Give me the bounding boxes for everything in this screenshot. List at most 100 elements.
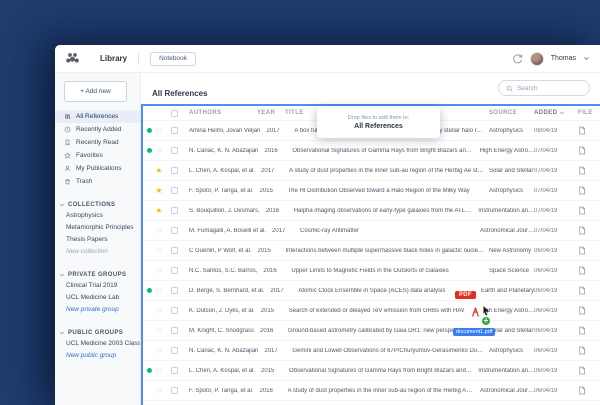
sidebar-item-all-references[interactable]: All References xyxy=(55,110,140,123)
row-checkbox[interactable] xyxy=(171,287,178,294)
year-cell: 2017 xyxy=(266,127,280,134)
file-attachment-icon[interactable] xyxy=(578,346,586,355)
file-attachment-icon[interactable] xyxy=(578,286,586,295)
row-checkbox[interactable] xyxy=(171,127,178,134)
row-checkbox[interactable] xyxy=(171,347,178,354)
column-header-source[interactable]: SOURCE xyxy=(484,110,534,116)
column-header-title[interactable]: TITLE xyxy=(281,110,484,116)
title-cell: Interactions between multiple supermassi… xyxy=(285,247,484,254)
column-header-year[interactable]: YEAR xyxy=(251,110,281,116)
sidebar-item[interactable]: Metamorphic Principles xyxy=(55,222,140,234)
file-attachment-icon[interactable] xyxy=(578,266,586,275)
file-attachment-icon[interactable] xyxy=(578,206,586,215)
favorite-star-icon[interactable]: ☆ xyxy=(152,146,166,155)
file-attachment-icon[interactable] xyxy=(578,366,586,375)
row-checkbox[interactable] xyxy=(171,147,178,154)
row-checkbox[interactable] xyxy=(171,207,178,214)
table-header-row: AUTHORS YEAR TITLE SOURCE ADDED FILE xyxy=(143,106,600,121)
table-row[interactable]: ☆ L. Chen, A. Kospal, et al. 2015 Observ… xyxy=(143,361,600,381)
sidebar-item-my-publications[interactable]: My Publications xyxy=(55,162,140,175)
table-row[interactable]: ★ S. Bouquillon, J. Desmars, 2016 Halpha… xyxy=(143,201,600,221)
column-header-added[interactable]: ADDED xyxy=(534,110,574,116)
table-row[interactable]: ☆ F. Spoto, P. Tanga, et al. 2016 A stud… xyxy=(143,381,600,401)
tab-library[interactable]: Library xyxy=(100,54,127,63)
favorite-star-icon[interactable]: ★ xyxy=(152,206,166,215)
sidebar-item[interactable]: Clinical Trial 2019 xyxy=(55,280,140,292)
file-attachment-icon[interactable] xyxy=(578,386,586,395)
user-menu[interactable]: Thomas xyxy=(551,55,576,62)
table-row[interactable]: ☆ N.C. Santos, S.C. Barros, 2016 Upper L… xyxy=(143,261,600,281)
sync-icon[interactable] xyxy=(512,53,523,64)
top-bar: Library Notebook Thomas xyxy=(55,45,600,73)
file-attachment-icon[interactable] xyxy=(578,186,586,195)
sidebar-section-header[interactable]: COLLECTIONS xyxy=(55,199,140,210)
sidebar-section-header[interactable]: PUBLIC GROUPS xyxy=(55,327,140,338)
sidebar-item-favorites[interactable]: Favorites xyxy=(55,149,140,162)
favorite-star-icon[interactable]: ☆ xyxy=(152,286,166,295)
file-attachment-icon[interactable] xyxy=(578,146,586,155)
table-row[interactable]: ☆ K. Dutson, J. Dyks, et al. 2015 Search… xyxy=(143,301,600,321)
dragged-file-ghost[interactable]: PDF + document1.pdf xyxy=(453,290,513,342)
table-row[interactable]: ☆ M. Fumagalli, A. Boselli et al. 2017 C… xyxy=(143,221,600,241)
table-row[interactable]: ☆ N. Canac, K. N. Abazajian 2017 Gemini … xyxy=(143,341,600,361)
avatar[interactable] xyxy=(529,51,544,66)
title-cell: A box full of chocolates: The rich struc… xyxy=(294,127,484,134)
sidebar-item[interactable]: New private group xyxy=(55,304,140,316)
sidebar-item[interactable]: UCL Medicine 2003 Class xyxy=(55,338,140,350)
favorite-star-icon[interactable]: ☆ xyxy=(152,226,166,235)
table-row[interactable]: ☆ C Guerlin, P Wolf, et al. 2015 Interac… xyxy=(143,241,600,261)
sidebar-item[interactable]: New collection xyxy=(55,246,140,258)
column-header-authors[interactable]: AUTHORS xyxy=(183,110,251,116)
sidebar-item-recently-read[interactable]: Recently Read xyxy=(55,136,140,149)
table-row[interactable]: ☆ D. Berge, S. Bernhard, et al. 2017 Ato… xyxy=(143,281,600,301)
sidebar-item-trash[interactable]: Trash xyxy=(55,175,140,188)
row-checkbox[interactable] xyxy=(171,307,178,314)
source-cell: Astronomical Jour… xyxy=(479,387,534,394)
chevron-down-icon[interactable] xyxy=(583,55,590,62)
row-checkbox[interactable] xyxy=(171,167,178,174)
favorite-star-icon[interactable]: ★ xyxy=(152,166,166,175)
file-attachment-icon[interactable] xyxy=(578,326,586,335)
sidebar-section-header[interactable]: PRIVATE GROUPS xyxy=(55,269,140,280)
table-row[interactable]: ☆ M. Knight, C. Snodgrass 2016 Ground-ba… xyxy=(143,321,600,341)
search-box[interactable] xyxy=(498,80,590,96)
row-checkbox[interactable] xyxy=(171,187,178,194)
favorite-star-icon[interactable]: ☆ xyxy=(152,246,166,255)
add-new-button[interactable]: + Add new xyxy=(64,81,127,102)
favorite-star-icon[interactable]: ☆ xyxy=(152,306,166,315)
sidebar-item[interactable]: UCL Medicine Lab xyxy=(55,292,140,304)
table-row[interactable]: ★ F. Spoto, P. Tanga, et al. 2015 The HI… xyxy=(143,181,600,201)
file-attachment-icon[interactable] xyxy=(578,226,586,235)
row-checkbox[interactable] xyxy=(171,327,178,334)
authors-cell: L. Chen, A. Kospal, et al. xyxy=(189,167,256,174)
table-row[interactable]: ★ L. Chen, A. Kospal, et al. 2017 A stud… xyxy=(143,161,600,181)
favorite-star-icon[interactable]: ☆ xyxy=(152,126,166,135)
row-checkbox[interactable] xyxy=(171,387,178,394)
file-attachment-icon[interactable] xyxy=(578,166,586,175)
row-checkbox[interactable] xyxy=(171,247,178,254)
row-checkbox[interactable] xyxy=(171,227,178,234)
column-header-file[interactable]: FILE xyxy=(574,110,600,116)
row-checkbox[interactable] xyxy=(171,267,178,274)
search-input[interactable] xyxy=(517,84,582,92)
table-row[interactable]: ☆ Amina Helmi, Jovan Veljan 2017 A box f… xyxy=(143,121,600,141)
source-cell: High Energy Astro… xyxy=(479,147,534,154)
sidebar-item[interactable]: Astrophysics xyxy=(55,210,140,222)
file-attachment-icon[interactable] xyxy=(578,126,586,135)
sidebar-item[interactable]: Thesis Papers xyxy=(55,234,140,246)
table-row[interactable]: ☆ N. Canac, K. N. Abazajian 2016 Observa… xyxy=(143,141,600,161)
favorite-star-icon[interactable]: ☆ xyxy=(152,346,166,355)
select-all-checkbox[interactable] xyxy=(171,109,178,117)
tab-notebook[interactable]: Notebook xyxy=(150,51,196,66)
file-attachment-icon[interactable] xyxy=(578,246,586,255)
row-checkbox[interactable] xyxy=(171,367,178,374)
favorite-star-icon[interactable]: ☆ xyxy=(152,386,166,395)
sidebar-item-recently-added[interactable]: Recently Added xyxy=(55,123,140,136)
file-attachment-icon[interactable] xyxy=(578,306,586,315)
chevron-down-icon xyxy=(59,330,65,336)
sidebar-item[interactable]: New public group xyxy=(55,350,140,362)
favorite-star-icon[interactable]: ☆ xyxy=(152,326,166,335)
favorite-star-icon[interactable]: ☆ xyxy=(152,366,166,375)
favorite-star-icon[interactable]: ★ xyxy=(152,186,166,195)
favorite-star-icon[interactable]: ☆ xyxy=(152,266,166,275)
